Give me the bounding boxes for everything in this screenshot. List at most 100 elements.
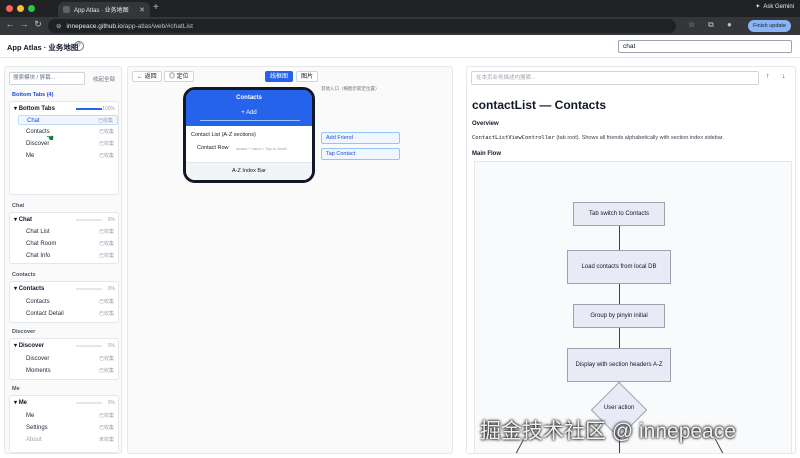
favicon-icon: [63, 6, 70, 13]
item-status: 已收集: [98, 413, 114, 419]
profile-icon[interactable]: ●: [727, 20, 732, 29]
item-status: 已收集: [98, 129, 114, 135]
entry-add-friend[interactable]: Add Friend: [321, 132, 400, 144]
group-percent: 0%: [107, 286, 115, 292]
reload-icon[interactable]: ↻: [32, 19, 44, 30]
tab-close-icon[interactable]: ✕: [139, 6, 145, 14]
sidebar-item-chat-list[interactable]: Chat List 已收集: [18, 227, 118, 237]
forward-arrow-icon[interactable]: →: [18, 19, 30, 29]
group-header[interactable]: ▾ Contacts: [14, 285, 44, 292]
item-status: 已收集: [98, 425, 114, 431]
group-header[interactable]: ▾ Discover: [14, 342, 44, 349]
extensions-icon[interactable]: ⧉: [708, 20, 714, 30]
group-discover: ▾ Discover 0% Discover 已收集 Moments 已收集: [9, 338, 119, 380]
global-search-input[interactable]: chat: [618, 40, 792, 53]
sidebar-item-settings[interactable]: Settings 已收集: [18, 423, 118, 433]
help-icon[interactable]: ?: [74, 41, 84, 51]
item-status: 已收集: [98, 253, 114, 259]
tab-image[interactable]: 图片: [296, 71, 319, 82]
contact-row-label[interactable]: Contact Row: [197, 145, 229, 151]
wireframe-canvas: ← 返回 ◎ 定位 线框图 图片 Contacts + Add Contact …: [127, 66, 453, 454]
flow-arrow: [619, 328, 620, 348]
group-header[interactable]: ▾ Bottom Tabs: [14, 105, 55, 112]
overview-heading: Overview: [472, 121, 499, 127]
finish-update-button[interactable]: Finish update: [748, 20, 792, 32]
contact-list-label: Contact List (A-Z sections): [191, 132, 256, 138]
close-window-icon[interactable]: [6, 5, 13, 12]
sidebar-item-label: Discover: [26, 356, 50, 362]
detail-panel: 在本页业务描述内搜索... ↑ ↓ contactList — Contacts…: [466, 66, 796, 454]
overview-text: ContactListViewController (tab root). Sh…: [472, 135, 724, 141]
phone-wireframe: Contacts + Add Contact List (A-Z section…: [183, 87, 315, 183]
sidebar-item-me-screen[interactable]: Me 已收集: [18, 411, 118, 421]
module-search-input[interactable]: 搜索模块 / 屏幕...: [9, 72, 85, 85]
group-progress-bar: [76, 219, 102, 221]
sidebar-item-contact-detail[interactable]: Contact Detail 已收集: [18, 309, 118, 319]
panel-search-input[interactable]: 在本页业务描述内搜索...: [471, 71, 759, 85]
sidebar-item-me[interactable]: Me 已收集: [18, 151, 118, 161]
back-button[interactable]: ← 返回: [132, 71, 162, 82]
group-header[interactable]: ▾ Me: [14, 399, 27, 406]
collapse-all-button[interactable]: 收起全部: [93, 75, 115, 83]
flow-node: Load contacts from local DB: [567, 250, 671, 284]
group-name: Chat: [18, 217, 33, 223]
group-percent: 0%: [107, 400, 115, 406]
sidebar-item-label: Moments: [26, 368, 51, 374]
ask-gemini-button[interactable]: ✦ Ask Gemini: [755, 3, 794, 11]
sidebar-item-contacts-screen[interactable]: Contacts 已收集: [18, 297, 118, 307]
bookmark-star-icon[interactable]: ☆: [688, 20, 695, 29]
tab-wireframe[interactable]: 线框图: [265, 71, 294, 82]
sidebar-item-label: Chat Room: [26, 241, 57, 247]
group-percent: 0%: [107, 343, 115, 349]
sidebar-item-chat[interactable]: Chat 已收集: [18, 115, 118, 125]
browser-tabstrip: App Atlas · 业务地图 ✕ + ✦ Ask Gemini: [0, 0, 800, 17]
browser-tab[interactable]: App Atlas · 业务地图 ✕: [58, 2, 150, 17]
item-status: 已收集: [98, 299, 114, 305]
maximize-window-icon[interactable]: [28, 5, 35, 12]
watermark: 掘金技术社区 @ innepeace: [480, 420, 736, 443]
item-status: 未收集: [98, 437, 114, 443]
phone-add-button[interactable]: + Add: [186, 110, 312, 116]
flow-node: Group by pinyin initial: [573, 304, 665, 328]
group-progress-bar: [76, 108, 102, 110]
section-title: Chat: [12, 203, 25, 209]
group-header[interactable]: ▾ Chat: [14, 216, 32, 223]
group-progress-fill: [76, 108, 102, 110]
app-title: App Atlas · 业务地图: [7, 43, 79, 52]
site-info-icon[interactable]: ⊜: [56, 22, 61, 30]
contact-row-note: avatar + name • Tap to detail: [236, 146, 287, 151]
entry-tap-contact[interactable]: Tap Contact: [321, 148, 400, 160]
sidebar-item-label: Me: [26, 153, 35, 159]
minimize-window-icon[interactable]: [17, 5, 24, 12]
sidebar-item-label: Me: [26, 413, 35, 419]
browser-toolbar: ← → ↻ ⊜ innepeace.github.io /app-atlas/w…: [0, 17, 800, 35]
new-tab-button[interactable]: +: [153, 2, 159, 13]
flow-arrow: [619, 226, 620, 250]
flow-arrow: [619, 284, 620, 304]
url-host: innepeace.github.io: [66, 22, 123, 30]
group-progress-bar: [76, 288, 102, 290]
flow-decision-label: User action: [603, 405, 635, 411]
sidebar-item-label: Contact Detail: [26, 311, 64, 317]
item-status: 已收集: [98, 153, 114, 159]
sidebar-item-chat-info[interactable]: Chat Info 已收集: [18, 251, 118, 261]
prev-match-button[interactable]: ↑: [766, 73, 770, 80]
group-name: Discover: [18, 343, 45, 349]
next-match-button[interactable]: ↓: [782, 73, 786, 80]
index-bar[interactable]: A-Z Index Bar: [186, 162, 312, 180]
section-title: Discover: [12, 329, 36, 335]
group-contacts: ▾ Contacts 0% Contacts 已收集 Contact Detail…: [9, 281, 119, 323]
sidebar-item-about[interactable]: About 未收集: [18, 435, 118, 445]
address-bar[interactable]: ⊜ innepeace.github.io /app-atlas/web/#ch…: [48, 19, 676, 33]
item-status: 已收集: [98, 368, 114, 374]
locate-button[interactable]: ◎ 定位: [164, 71, 194, 82]
group-name: Me: [18, 400, 28, 406]
sidebar-item-discover-screen[interactable]: Discover 已收集: [18, 354, 118, 364]
item-status: 已收集: [98, 356, 114, 362]
sidebar-item-contacts[interactable]: Contacts 已收集: [18, 127, 118, 137]
sidebar-item-chat-room[interactable]: Chat Room 已收集: [18, 239, 118, 249]
sidebar-item-discover[interactable]: Discover 已收集: [18, 139, 118, 149]
sidebar-item-moments[interactable]: Moments 已收集: [18, 366, 118, 376]
back-arrow-icon[interactable]: ←: [4, 19, 16, 29]
phone-divider: [200, 120, 300, 121]
